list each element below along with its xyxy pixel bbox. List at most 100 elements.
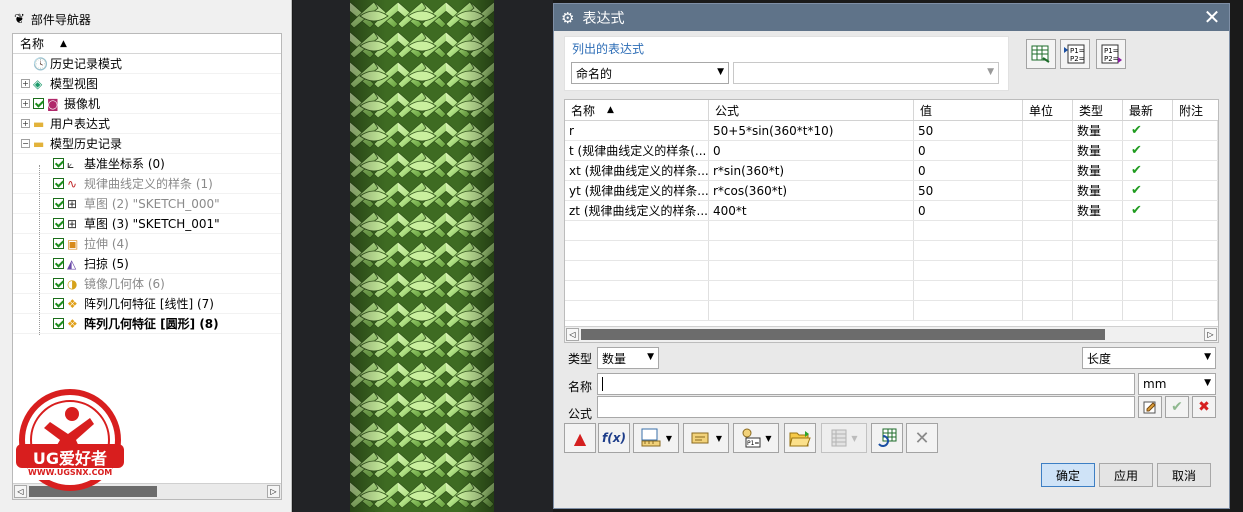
- tree-row[interactable]: ▣ 拉伸 (4): [13, 234, 281, 254]
- tree-row[interactable]: ◭ 扫掠 (5): [13, 254, 281, 274]
- cell-note[interactable]: [1173, 201, 1218, 220]
- tree-row[interactable]: ⟀ 基准坐标系 (0): [13, 154, 281, 174]
- close-button[interactable]: ✕: [1202, 7, 1222, 28]
- import-parameters-button[interactable]: P1= P2=: [1060, 39, 1090, 69]
- cell-latest[interactable]: ✔: [1123, 161, 1173, 180]
- tree-row[interactable]: ❖ 阵列几何特征 [线性] (7): [13, 294, 281, 314]
- table-row[interactable]: xt (规律曲线定义的样条... r*sin(360*t) 0 数量 ✔: [565, 161, 1218, 181]
- cell-note[interactable]: [1173, 121, 1218, 140]
- insert-function-button[interactable]: f(x): [598, 423, 630, 453]
- cell-value[interactable]: 50: [914, 121, 1023, 140]
- tree-row[interactable]: ⊞ 草图 (3) "SKETCH_001": [13, 214, 281, 234]
- cancel-button[interactable]: 取消: [1157, 463, 1211, 487]
- visibility-checkbox[interactable]: [33, 98, 44, 109]
- visibility-checkbox[interactable]: [53, 158, 64, 169]
- cell-name[interactable]: zt (规律曲线定义的样条...: [565, 201, 709, 220]
- cell-type[interactable]: 数量: [1073, 181, 1123, 200]
- graphics-viewport[interactable]: [293, 0, 553, 512]
- refresh-spreadsheet-button[interactable]: [871, 423, 903, 453]
- cell-value[interactable]: 50: [914, 181, 1023, 200]
- edit-formula-button[interactable]: [1138, 396, 1162, 418]
- export-parameters-button[interactable]: P1= P2=: [1096, 39, 1126, 69]
- cell-value[interactable]: 0: [914, 141, 1023, 160]
- accept-edit-button[interactable]: ✔: [1165, 396, 1189, 418]
- cell-latest[interactable]: ✔: [1123, 201, 1173, 220]
- tree-row[interactable]: − ▬ 模型历史记录: [13, 134, 281, 154]
- cell-latest[interactable]: ✔: [1123, 141, 1173, 160]
- column-header-name[interactable]: 名称 ▲: [565, 100, 709, 120]
- column-header-formula[interactable]: 公式: [709, 100, 914, 120]
- cell-formula[interactable]: r*sin(360*t): [709, 161, 914, 180]
- cell-unit[interactable]: [1023, 181, 1073, 200]
- cell-type[interactable]: 数量: [1073, 121, 1123, 140]
- collapse-section-button[interactable]: ▲: [564, 423, 596, 453]
- list-filter-input[interactable]: ▼: [733, 62, 999, 84]
- visibility-checkbox[interactable]: [53, 218, 64, 229]
- cell-latest[interactable]: ✔: [1123, 121, 1173, 140]
- cell-unit[interactable]: [1023, 161, 1073, 180]
- reject-edit-button[interactable]: ✖: [1192, 396, 1216, 418]
- dimension-select[interactable]: 长度 ▼: [1082, 347, 1216, 369]
- cell-value[interactable]: 0: [914, 161, 1023, 180]
- cell-type[interactable]: 数量: [1073, 201, 1123, 220]
- cell-formula[interactable]: 400*t: [709, 201, 914, 220]
- expressions-table[interactable]: 名称 ▲ 公式 值 单位 类型 最新 附注 r 50+5*sin(360*t*10…: [564, 99, 1219, 343]
- visibility-checkbox[interactable]: [53, 318, 64, 329]
- expand-icon[interactable]: +: [21, 99, 30, 108]
- name-input[interactable]: [597, 373, 1135, 395]
- scroll-left-arrow[interactable]: ◁: [566, 328, 579, 341]
- create-parameter-button[interactable]: P1= ▼: [733, 423, 779, 453]
- tree-row[interactable]: ∿ 规律曲线定义的样条 (1): [13, 174, 281, 194]
- cell-formula[interactable]: r*cos(360*t): [709, 181, 914, 200]
- column-header-latest[interactable]: 最新: [1123, 100, 1173, 120]
- scroll-right-arrow[interactable]: ▷: [1204, 328, 1217, 341]
- tree-row[interactable]: ◑ 镜像几何体 (6): [13, 274, 281, 294]
- visibility-checkbox[interactable]: [53, 298, 64, 309]
- expand-icon[interactable]: +: [21, 79, 30, 88]
- navigator-column-header[interactable]: 名称 ▲: [13, 34, 281, 54]
- tree-row[interactable]: ❖ 阵列几何特征 [圆形] (8): [13, 314, 281, 334]
- column-header-value[interactable]: 值: [914, 100, 1023, 120]
- cell-name[interactable]: t (规律曲线定义的样条(...: [565, 141, 709, 160]
- dialog-titlebar[interactable]: ⚙ 表达式: [554, 4, 1229, 31]
- delete-button[interactable]: ✕: [906, 423, 938, 453]
- visibility-checkbox[interactable]: [53, 198, 64, 209]
- table-row[interactable]: t (规律曲线定义的样条(... 0 0 数量 ✔: [565, 141, 1218, 161]
- visibility-checkbox[interactable]: [53, 258, 64, 269]
- cell-unit[interactable]: [1023, 201, 1073, 220]
- column-header-note[interactable]: 附注: [1173, 100, 1218, 120]
- cell-unit[interactable]: [1023, 121, 1073, 140]
- cell-name[interactable]: xt (规律曲线定义的样条...: [565, 161, 709, 180]
- collapse-icon[interactable]: −: [21, 139, 30, 148]
- tree-row[interactable]: ⊞ 草图 (2) "SKETCH_000": [13, 194, 281, 214]
- tree-row[interactable]: + ◈ 模型视图: [13, 74, 281, 94]
- table-horizontal-scrollbar[interactable]: ◁ ▷: [565, 326, 1218, 342]
- scroll-thumb[interactable]: [581, 329, 1105, 340]
- export-spreadsheet-button[interactable]: [1026, 39, 1056, 69]
- table-row[interactable]: zt (规律曲线定义的样条... 400*t 0 数量 ✔: [565, 201, 1218, 221]
- open-file-button[interactable]: [784, 423, 816, 453]
- tree-row[interactable]: + ◙ 摄像机: [13, 94, 281, 114]
- cell-type[interactable]: 数量: [1073, 161, 1123, 180]
- type-select[interactable]: 数量 ▼: [597, 347, 659, 369]
- column-header-unit[interactable]: 单位: [1023, 100, 1073, 120]
- cell-type[interactable]: 数量: [1073, 141, 1123, 160]
- column-header-type[interactable]: 类型: [1073, 100, 1123, 120]
- list-options-button[interactable]: ▼: [821, 423, 867, 453]
- table-row[interactable]: yt (规律曲线定义的样条... r*cos(360*t) 50 数量 ✔: [565, 181, 1218, 201]
- cell-formula[interactable]: 50+5*sin(360*t*10): [709, 121, 914, 140]
- cell-note[interactable]: [1173, 181, 1218, 200]
- apply-button[interactable]: 应用: [1099, 463, 1153, 487]
- visibility-checkbox[interactable]: [53, 238, 64, 249]
- scroll-right-arrow[interactable]: ▷: [267, 485, 280, 498]
- table-row[interactable]: r 50+5*sin(360*t*10) 50 数量 ✔: [565, 121, 1218, 141]
- cell-formula[interactable]: 0: [709, 141, 914, 160]
- cell-name[interactable]: r: [565, 121, 709, 140]
- cell-value[interactable]: 0: [914, 201, 1023, 220]
- cell-unit[interactable]: [1023, 141, 1073, 160]
- reference-button[interactable]: ▼: [683, 423, 729, 453]
- tree-row[interactable]: 🕓 历史记录模式: [13, 54, 281, 74]
- formula-input[interactable]: [597, 396, 1135, 418]
- ok-button[interactable]: 确定: [1041, 463, 1095, 487]
- cell-latest[interactable]: ✔: [1123, 181, 1173, 200]
